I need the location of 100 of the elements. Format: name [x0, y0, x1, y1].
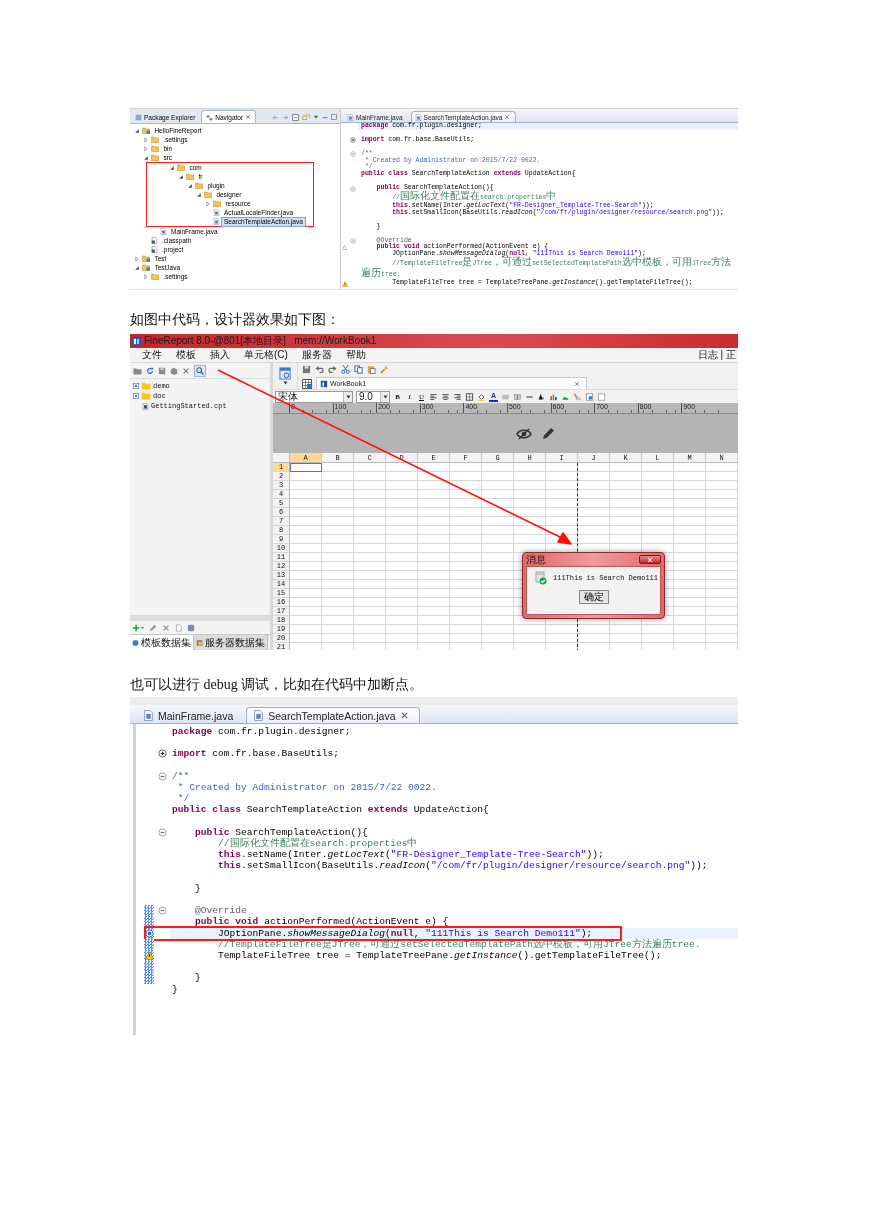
java-file-icon [143, 710, 154, 721]
code-line: //国际化文件配置在search.properties中 [217, 838, 419, 850]
menu-item[interactable]: 日志 | 正 [697, 348, 738, 362]
collapse-all-icon[interactable] [292, 113, 299, 121]
border-icon[interactable] [465, 392, 474, 401]
menu-item[interactable]: 单元格(C) [244, 348, 288, 362]
split-cells-icon[interactable] [513, 392, 522, 401]
dataset-tab[interactable]: 模板数据集 [130, 635, 194, 650]
expander-icon[interactable] [169, 164, 175, 171]
slash-icon[interactable] [573, 392, 582, 401]
fill-bucket-icon[interactable] [477, 392, 486, 401]
frame-icon[interactable] [597, 392, 606, 401]
close-icon[interactable] [504, 114, 511, 120]
save-icon[interactable] [158, 366, 166, 375]
expander-icon[interactable] [187, 182, 193, 189]
breakpoint-icon[interactable] [144, 928, 154, 938]
expander-icon[interactable] [143, 145, 149, 152]
back-arrow-icon[interactable] [272, 113, 279, 121]
menu-item[interactable]: 帮助 [345, 348, 366, 362]
dataset-tab[interactable]: 服务器数据集 [194, 635, 268, 650]
ok-button[interactable]: 确定 [578, 590, 609, 604]
merge-cells-icon[interactable] [501, 392, 510, 401]
close-icon[interactable] [574, 380, 580, 387]
caption-text: 如图中代码，设计器效果如下图： [130, 312, 340, 327]
dialog-title: 消息 [526, 552, 546, 567]
expander-icon[interactable] [205, 200, 211, 207]
editor-tab[interactable]: SearchTemplateAction.java [246, 707, 420, 723]
collapse-icon[interactable] [157, 771, 167, 781]
selected-cell[interactable] [290, 463, 322, 472]
chart-icon[interactable] [549, 392, 558, 401]
project-folder-icon [142, 255, 151, 262]
menu-item[interactable]: 服务器 [301, 348, 332, 362]
expander-icon[interactable] [133, 383, 139, 389]
image-icon[interactable] [561, 392, 570, 401]
undo-icon[interactable] [315, 365, 324, 374]
eye-slash-icon[interactable] [516, 427, 532, 440]
align-left-icon[interactable] [429, 392, 438, 401]
database-icon[interactable] [187, 623, 195, 632]
code-line: public SearchTemplateAction(){ [194, 826, 369, 838]
box-icon[interactable] [170, 366, 178, 375]
code-line: public class SearchTemplateAction extends UpdateAction{ [171, 804, 490, 816]
expander-icon[interactable] [134, 127, 140, 134]
cut-icon[interactable] [341, 365, 350, 374]
folder-icon [151, 273, 160, 280]
new-template-icon[interactable] [278, 367, 292, 380]
collapse-icon[interactable] [157, 906, 167, 916]
code-line: */ [176, 793, 191, 805]
view-menu-icon[interactable] [313, 114, 319, 120]
formula-icon[interactable] [537, 392, 546, 401]
code-line: } [194, 882, 202, 894]
menu-item[interactable]: 模板 [176, 348, 196, 362]
expander-icon[interactable] [143, 136, 149, 143]
delete-icon[interactable] [162, 623, 170, 632]
expander-icon[interactable] [143, 154, 149, 161]
code-line: /** [171, 770, 191, 782]
code-line: package com.fr.plugin.designer; [171, 726, 352, 738]
paste-icon[interactable] [367, 365, 376, 374]
close-button[interactable] [639, 555, 661, 564]
workbook-icon [320, 379, 328, 388]
expander-icon[interactable] [196, 191, 202, 198]
expander-icon[interactable] [178, 173, 184, 180]
delete-icon[interactable] [182, 366, 190, 375]
expander-icon[interactable] [134, 255, 140, 262]
minimize-icon[interactable] [322, 114, 328, 120]
copy-icon[interactable] [354, 365, 363, 374]
align-right-icon[interactable] [453, 392, 462, 401]
editor-tab[interactable]: MainFrame.java [136, 707, 245, 723]
expander-icon[interactable] [134, 264, 140, 271]
close-icon [647, 556, 653, 563]
expand-icon[interactable] [157, 749, 167, 759]
menu-item[interactable]: 文件 [142, 348, 162, 362]
forward-arrow-icon[interactable] [282, 113, 289, 121]
code-line: } [194, 972, 202, 984]
add-icon[interactable] [133, 623, 144, 632]
refresh-icon[interactable] [146, 366, 154, 375]
java-file-icon [213, 218, 220, 225]
pencil-icon[interactable] [542, 427, 555, 440]
font-field[interactable]: 宋体 [275, 390, 353, 403]
expander-icon[interactable] [133, 393, 139, 399]
code-line: import com.fr.base.BaseUtils; [171, 748, 340, 760]
grid-icon[interactable] [302, 379, 312, 389]
close-icon[interactable] [245, 114, 252, 120]
code-line: TemplateFileTree tree = TemplateTreePane.getInstance().getTemplateFileTree(); [217, 950, 663, 962]
expander-icon[interactable] [143, 273, 149, 280]
close-icon[interactable] [399, 711, 409, 720]
maximize-icon[interactable] [331, 114, 337, 120]
align-center-icon[interactable] [441, 392, 450, 401]
document-icon[interactable] [175, 623, 182, 632]
sub-report-icon[interactable] [585, 392, 594, 401]
save-icon[interactable] [302, 365, 311, 374]
search-button[interactable] [194, 364, 206, 377]
format-brush-icon[interactable] [380, 365, 389, 374]
font-size-field[interactable]: 9.0 [356, 390, 390, 403]
code-line: this.setSmallIcon(BaseUtils.readIcon("/com/fr/plugin/designer/resource/search.png")); [217, 860, 709, 872]
code-line: } [171, 983, 179, 995]
menu-item[interactable]: 插入 [210, 348, 230, 362]
warning-icon[interactable] [144, 951, 154, 961]
redo-icon[interactable] [328, 365, 337, 374]
collapse-icon[interactable] [157, 827, 167, 837]
document-check-icon [535, 571, 547, 585]
